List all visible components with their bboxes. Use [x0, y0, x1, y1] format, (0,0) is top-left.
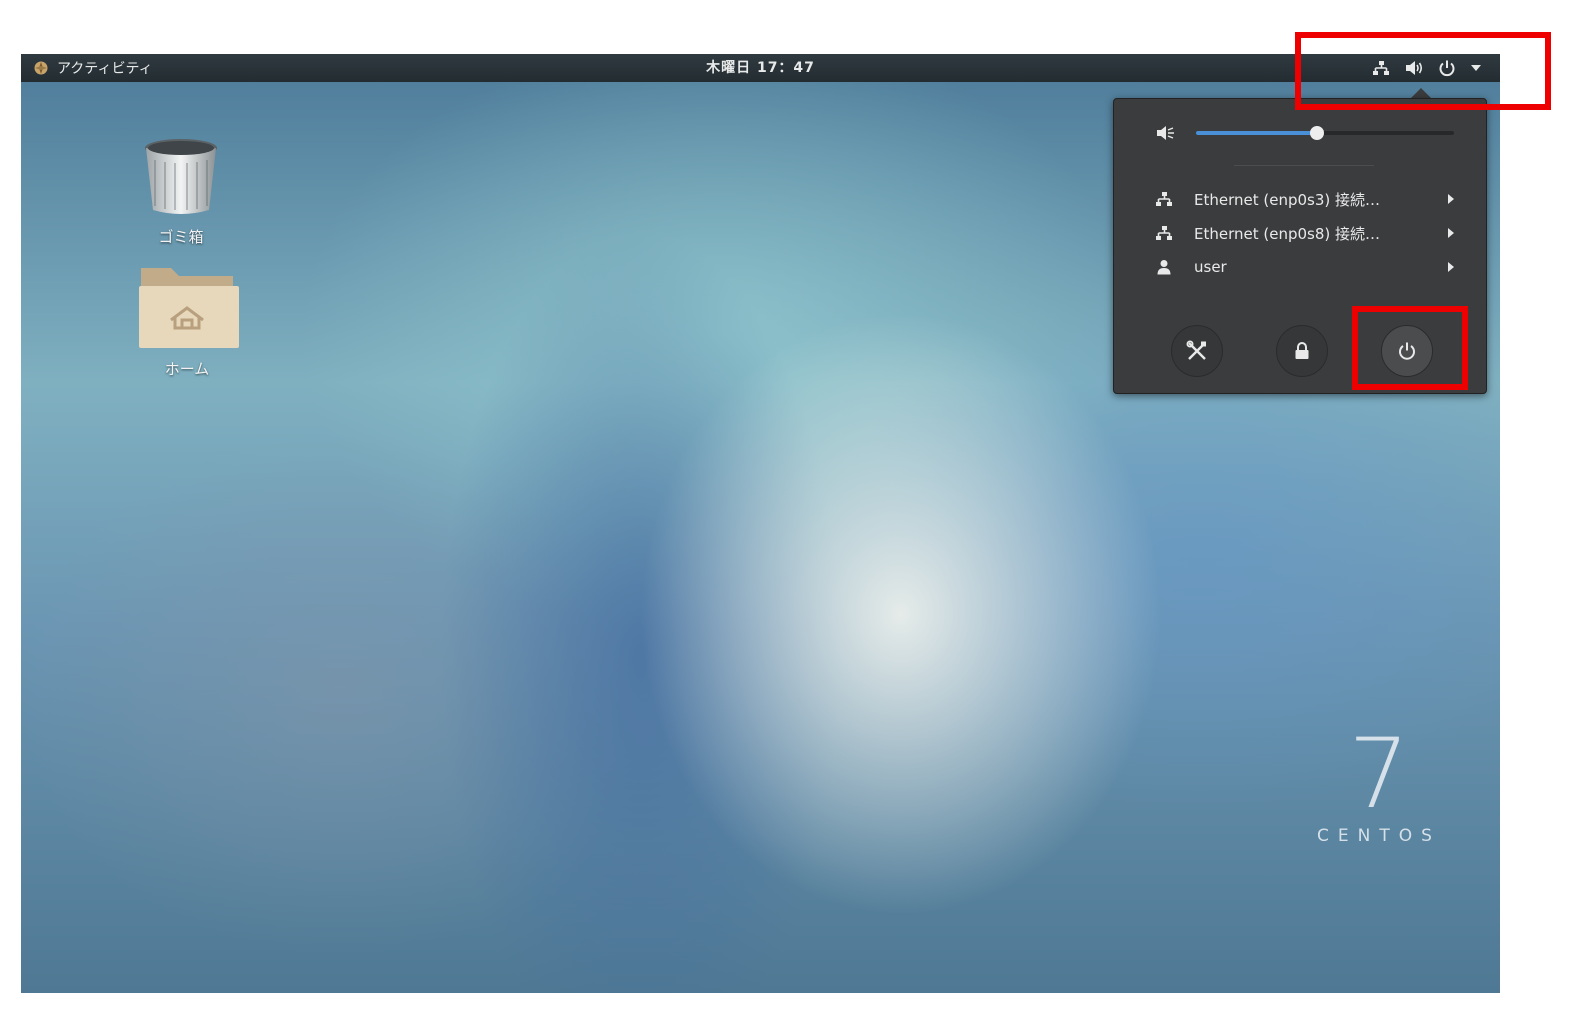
submenu-arrow-icon [1448, 262, 1454, 272]
settings-button[interactable] [1171, 325, 1223, 377]
user-icon [1152, 259, 1176, 275]
lock-button[interactable] [1276, 325, 1328, 377]
volume-slider-handle[interactable] [1310, 126, 1325, 140]
home-folder-icon[interactable] [135, 262, 239, 350]
home-label: ホーム [164, 360, 210, 378]
centos-wordmark: CENTOS [1317, 826, 1441, 846]
menu-item-label: Ethernet (enp0s3) 接続… [1194, 190, 1381, 209]
menu-separator [1234, 165, 1374, 166]
desktop: アクティビティ 木曜日 17：47 ゴミ箱 ホーム 7 CENTOS Ether… [21, 54, 1500, 993]
trash-icon[interactable] [141, 136, 221, 218]
top-bar: アクティビティ 木曜日 17：47 [21, 54, 1500, 82]
menu-item-label: Ethernet (enp0s8) 接続… [1194, 224, 1381, 243]
menu-item-ethernet-enp0s8[interactable]: Ethernet (enp0s8) 接続… [1152, 219, 1462, 247]
volume-slider[interactable] [1196, 126, 1454, 140]
centos-version: 7 [1348, 718, 1410, 830]
home-desktop-icon[interactable]: ホーム [131, 262, 243, 379]
centos-watermark: 7 CENTOS [1317, 726, 1441, 846]
submenu-arrow-icon [1448, 228, 1454, 238]
trash-label: ゴミ箱 [158, 228, 204, 246]
network-icon [1152, 191, 1176, 207]
volume-icon [1157, 126, 1174, 140]
menu-item-user[interactable]: user [1152, 253, 1462, 281]
volume-slider-fill [1196, 131, 1318, 135]
highlight-power-button-box [1352, 306, 1468, 390]
volume-row [1156, 121, 1456, 145]
settings-icon [1186, 340, 1206, 360]
clock[interactable]: 木曜日 17：47 [21, 54, 1500, 82]
network-icon [1152, 225, 1176, 241]
highlight-tray-box [1295, 32, 1551, 110]
menu-item-label: user [1194, 258, 1227, 276]
trash-desktop-icon[interactable]: ゴミ箱 [131, 136, 231, 247]
lock-icon [1295, 342, 1309, 359]
submenu-arrow-icon [1448, 194, 1454, 204]
menu-item-ethernet-enp0s3[interactable]: Ethernet (enp0s3) 接続… [1152, 185, 1462, 213]
